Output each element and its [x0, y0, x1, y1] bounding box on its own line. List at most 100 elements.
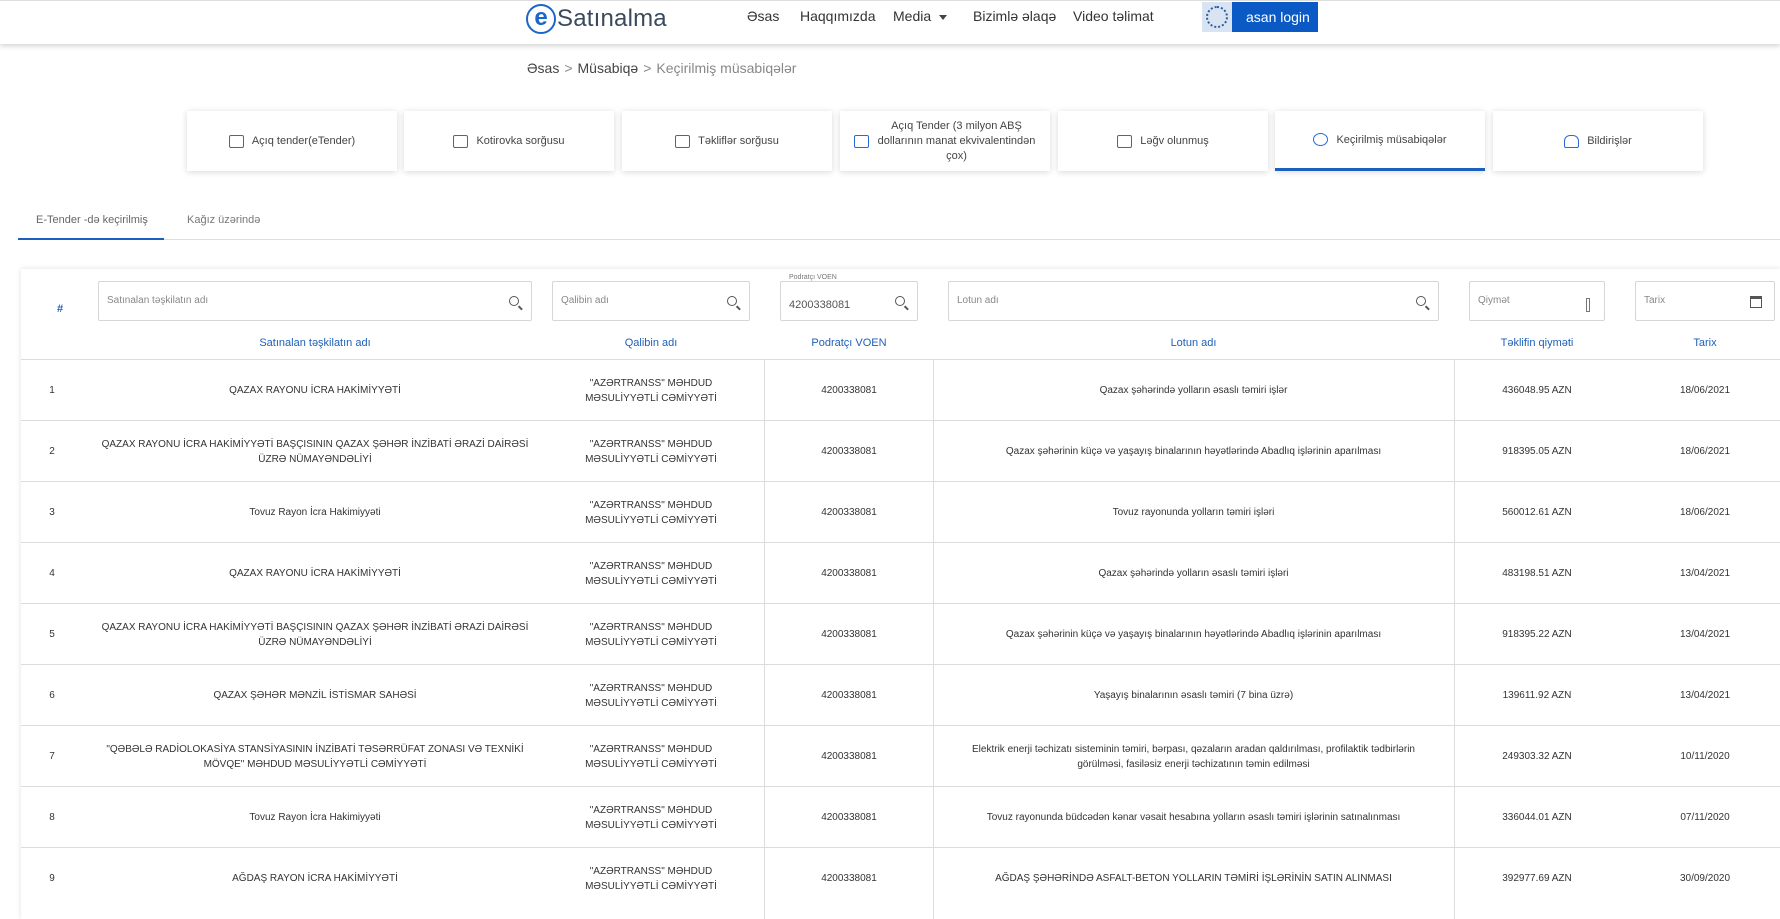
cell-winner: "AZƏRTRANSS" MƏHDUD MƏSULİYYƏTLİ CƏMİYYƏ… [585, 743, 717, 770]
cell-lot: Qazax şəhərinin küçə və yaşayış binaları… [1005, 629, 1382, 640]
col-voen[interactable]: Podratçı VOEN [780, 337, 918, 349]
date-filter-input[interactable]: Tarix [1635, 281, 1775, 321]
cell-n: 2 [49, 446, 55, 457]
card-proposals[interactable]: Təkliflər sorğusu [622, 111, 832, 171]
cell-price: 560012.61 AZN [1502, 507, 1572, 518]
search-icon[interactable] [1416, 296, 1426, 306]
emblem-icon [1202, 2, 1232, 32]
cell-voen: 4200338081 [821, 873, 877, 884]
tab-etender[interactable]: E-Tender -də keçirilmiş [18, 214, 164, 240]
org-filter-input[interactable]: Satınalan təşkilatın adı [98, 281, 532, 321]
cell-date: 13/04/2021 [1679, 629, 1731, 640]
cell-winner: "AZƏRTRANSS" MƏHDUD MƏSULİYYƏTLİ CƏMİYYƏ… [585, 865, 717, 892]
cell-n: 7 [49, 751, 55, 762]
cell-winner: "AZƏRTRANSS" MƏHDUD MƏSULİYYƏTLİ CƏMİYYƏ… [585, 804, 717, 831]
card-completed[interactable]: Keçirilmiş müsabiqələr [1275, 111, 1485, 171]
asan-login-label: asan login [1246, 9, 1310, 25]
cell-org: QAZAX RAYONU İCRA HAKİMİYYƏTİ BAŞÇISININ… [101, 621, 529, 648]
cell-date: 10/11/2020 [1680, 751, 1730, 762]
hash-header: # [57, 303, 64, 315]
range-slider-icon[interactable] [1586, 298, 1590, 312]
voen-filter-input[interactable]: Podratçı VOEN 4200338081 [780, 274, 918, 321]
card-open-tender[interactable]: Açıq tender(eTender) [187, 111, 397, 171]
table-row[interactable]: 1 QAZAX RAYONU İCRA HAKİMİYYƏTİ "AZƏRTRANS… [21, 359, 1780, 420]
nav-about[interactable]: Haqqımızda [800, 8, 875, 24]
cell-winner: "AZƏRTRANSS" MƏHDUD MƏSULİYYƏTLİ CƏMİYYƏ… [585, 560, 717, 587]
close-icon [1117, 134, 1133, 148]
link-icon [1313, 133, 1329, 146]
cell-lot: Tovuz rayonunda büdcədən kənar vəsait he… [986, 812, 1401, 823]
cell-lot: Qazax şəhərində yolların əsaslı təmiri i… [1098, 568, 1289, 579]
table-row[interactable]: 4 QAZAX RAYONU İCRA HAKİMİYYƏTİ "AZƏRTRANS… [21, 542, 1780, 603]
cell-date: 13/04/2021 [1679, 568, 1731, 579]
cell-date: 07/11/2020 [1680, 812, 1730, 823]
calendar-icon[interactable] [1750, 296, 1762, 308]
table-row[interactable]: 8 Tovuz Rayon İcra Hakimiyyəti "AZƏRTRANSS… [21, 786, 1780, 847]
cell-date: 18/06/2021 [1679, 385, 1731, 396]
cell-org: Tovuz Rayon İcra Hakimiyyəti [249, 812, 381, 823]
search-icon[interactable] [895, 296, 905, 306]
col-lot[interactable]: Lotun adı [948, 337, 1439, 349]
cell-n: 9 [49, 873, 55, 884]
cell-n: 1 [49, 385, 55, 396]
cell-price: 139611.92 AZN [1502, 690, 1572, 701]
nav-video[interactable]: Video təlimat [1073, 8, 1154, 24]
cell-date: 18/06/2021 [1679, 507, 1731, 518]
card-open-tender-large[interactable]: Açıq Tender (3 milyon ABŞ dollarının man… [840, 111, 1050, 171]
breadcrumb-home[interactable]: Əsas [527, 60, 559, 76]
tab-paper[interactable]: Kağız üzərində [187, 214, 260, 240]
cell-voen: 4200338081 [821, 446, 877, 457]
cell-price: 436048.95 AZN [1502, 385, 1572, 396]
col-date[interactable]: Tarix [1635, 337, 1775, 349]
search-icon[interactable] [509, 296, 519, 306]
cell-date: 30/09/2020 [1679, 873, 1731, 884]
results-table: # Satınalan təşkilatın adı Qalibin adı P… [21, 269, 1780, 919]
lot-filter-input[interactable]: Lotun adı [948, 281, 1439, 321]
asan-login-button[interactable]: asan login [1202, 2, 1318, 32]
cell-org: QAZAX ŞƏHƏR MƏNZİL İSTİSMAR SAHƏSİ [213, 690, 417, 701]
chat-icon [453, 134, 469, 148]
cell-voen: 4200338081 [821, 568, 877, 579]
table-row[interactable]: 3 Tovuz Rayon İcra Hakimiyyəti "AZƏRTRANSS… [21, 481, 1780, 542]
winner-filter-input[interactable]: Qalibin adı [552, 281, 750, 321]
cell-lot: Elektrik enerji təchizatı sisteminin təm… [972, 743, 1415, 770]
table-row[interactable]: 7 "QƏBƏLƏ RADİOLOKASİYA STANSİYASININ İNZ… [21, 725, 1780, 786]
card-notifications[interactable]: Bildirişlər [1493, 111, 1703, 171]
table-row[interactable]: 5 QAZAX RAYONU İCRA HAKİMİYYƏTİ BAŞÇISINI… [21, 603, 1780, 664]
table-row[interactable]: 9 AĞDAŞ RAYON İCRA HAKİMİYYƏTİ "AZƏRTRANSS… [21, 847, 1780, 908]
col-org[interactable]: Satınalan təşkilatın adı [98, 337, 532, 349]
nav-contact[interactable]: Bizimlə əlaqə [973, 8, 1056, 24]
nav-media[interactable]: Media [893, 8, 948, 24]
esatinalma-logo[interactable]: e Satınalma [526, 3, 667, 35]
cell-price: 918395.05 AZN [1502, 446, 1572, 457]
cell-price: 918395.22 AZN [1502, 629, 1572, 640]
cell-winner: "AZƏRTRANSS" MƏHDUD MƏSULİYYƏTLİ CƏMİYYƏ… [585, 438, 717, 465]
nav-home[interactable]: Əsas [747, 8, 779, 24]
cell-org: "QƏBƏLƏ RADİOLOKASİYA STANSİYASININ İNZİ… [106, 743, 524, 770]
cell-n: 6 [49, 690, 55, 701]
cell-lot: Tovuz rayonunda yolların təmiri işləri [1112, 507, 1275, 518]
chevron-down-icon [939, 14, 948, 20]
cell-date: 13/04/2021 [1679, 690, 1731, 701]
cell-voen: 4200338081 [821, 629, 877, 640]
table-row[interactable]: 2 QAZAX RAYONU İCRA HAKİMİYYƏTİ BAŞÇISINI… [21, 420, 1780, 481]
cell-voen: 4200338081 [821, 812, 877, 823]
cell-n: 4 [49, 568, 55, 579]
breadcrumb-contest[interactable]: Müsabiqə [578, 60, 639, 76]
table-row[interactable]: 6 QAZAX ŞƏHƏR MƏNZİL İSTİSMAR SAHƏSİ "AZƏR… [21, 664, 1780, 725]
card-quotation[interactable]: Kotirovka sorğusu [404, 111, 614, 171]
search-icon[interactable] [727, 296, 737, 306]
price-filter-input[interactable]: Qiymət [1469, 281, 1605, 321]
cell-price: 483198.51 AZN [1502, 568, 1572, 579]
col-price[interactable]: Təklifin qiyməti [1469, 337, 1605, 349]
cell-org: QAZAX RAYONU İCRA HAKİMİYYƏTİ BAŞÇISININ… [101, 438, 529, 465]
cell-winner: "AZƏRTRANSS" MƏHDUD MƏSULİYYƏTLİ CƏMİYYƏ… [585, 499, 717, 526]
bell-icon [1564, 134, 1580, 148]
col-winner[interactable]: Qalibin adı [552, 337, 750, 349]
cell-org: QAZAX RAYONU İCRA HAKİMİYYƏTİ [229, 385, 401, 396]
logo-e-icon: e [526, 4, 556, 34]
top-header: e Satınalma Əsas Haqqımızda Media Biziml… [0, 0, 1780, 44]
cell-winner: "AZƏRTRANSS" MƏHDUD MƏSULİYYƏTLİ CƏMİYYƏ… [585, 377, 717, 404]
card-cancelled[interactable]: Ləğv olunmuş [1058, 111, 1268, 171]
cell-voen: 4200338081 [821, 690, 877, 701]
